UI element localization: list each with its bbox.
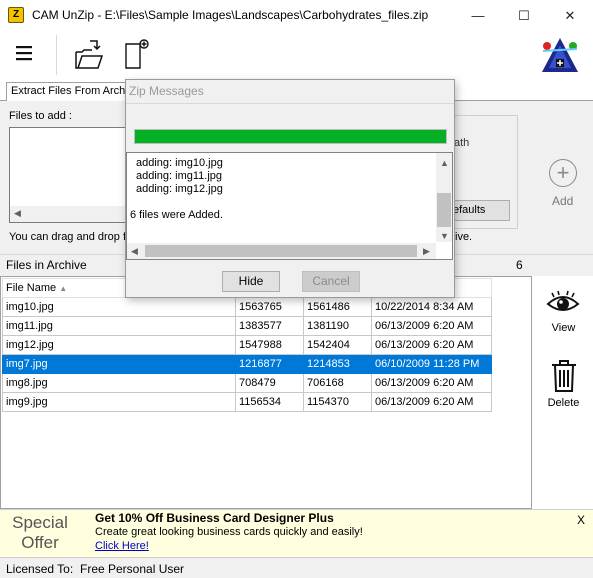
cell-file-name: img7.jpg — [2, 354, 236, 374]
log-hscroll-thumb[interactable] — [145, 245, 417, 257]
window-title: CAM UnZip - E:\Files\Sample Images\Lands… — [32, 8, 429, 22]
promo-headline: Get 10% Off Business Card Designer Plus — [95, 511, 334, 525]
cell-date: 06/13/2009 6:20 AM — [371, 316, 492, 336]
cancel-button[interactable]: Cancel — [302, 271, 360, 292]
cell-packed: 1542404 — [303, 335, 372, 355]
minimize-button[interactable]: — — [455, 0, 501, 31]
cell-date: 06/13/2009 6:20 AM — [371, 335, 492, 355]
cell-size: 1216877 — [235, 354, 304, 374]
app-icon: Z — [8, 7, 24, 23]
scroll-left-arrow-icon[interactable]: ◀ — [131, 246, 138, 257]
add-button-label[interactable]: Add — [552, 194, 573, 208]
dialog-divider — [126, 103, 454, 104]
open-folder-icon[interactable] — [72, 38, 106, 72]
new-document-icon[interactable] — [122, 38, 152, 72]
cell-date: 06/13/2009 6:20 AM — [371, 373, 492, 393]
drag-drop-hint: You can drag and drop fi — [9, 231, 129, 243]
hamburger-menu-icon[interactable] — [13, 42, 37, 66]
cell-packed: 1381190 — [303, 316, 372, 336]
defaults-button[interactable]: efaults — [446, 200, 510, 221]
archive-hint: ive. — [455, 231, 473, 243]
cell-packed: 1561486 — [303, 297, 372, 317]
log-line: adding: img12.jpg — [136, 183, 223, 195]
table-row[interactable]: img8.jpg 708479 706168 06/13/2009 6:20 A… — [2, 373, 492, 393]
hide-button[interactable]: Hide — [222, 271, 280, 292]
promo-close-icon[interactable]: X — [577, 513, 585, 527]
tab-extract-files[interactable]: Extract Files From Archive — [6, 82, 130, 101]
view-button-label[interactable]: View — [533, 322, 593, 334]
log-vscroll-thumb[interactable] — [437, 193, 451, 227]
special-offer-line2: Offer — [21, 533, 59, 552]
cell-size: 1563765 — [235, 297, 304, 317]
special-offer-line1: Special — [12, 513, 68, 532]
cell-date: 06/13/2009 6:20 AM — [371, 392, 492, 412]
column-header-label: File Name — [6, 282, 57, 294]
table-row[interactable]: img12.jpg 1547988 1542404 06/13/2009 6:2… — [2, 335, 492, 355]
cell-size: 1547988 — [235, 335, 304, 355]
progress-bar-fill — [135, 130, 446, 143]
table-row[interactable]: img9.jpg 1156534 1154370 06/13/2009 6:20… — [2, 392, 492, 412]
cell-size: 1383577 — [235, 316, 304, 336]
toolbar-separator — [56, 35, 57, 75]
add-plus-icon[interactable]: + — [549, 159, 577, 187]
cell-date: 06/10/2009 11:28 PM — [371, 354, 492, 374]
trash-icon[interactable] — [550, 359, 578, 393]
scroll-right-arrow-icon[interactable]: ▶ — [423, 246, 430, 257]
cell-file-name: img9.jpg — [2, 392, 236, 412]
promo-link[interactable]: Click Here! — [95, 540, 149, 552]
cell-packed: 1214853 — [303, 354, 372, 374]
eye-icon[interactable] — [546, 290, 580, 314]
table-row[interactable]: img11.jpg 1383577 1381190 06/13/2009 6:2… — [2, 316, 492, 336]
files-in-archive-label: Files in Archive — [6, 258, 87, 272]
files-list-hscrollbar[interactable]: ◀ — [10, 206, 128, 222]
log-line: 6 files were Added. — [130, 209, 223, 221]
cell-file-name: img8.jpg — [2, 373, 236, 393]
path-option-label: ath — [454, 137, 470, 149]
special-offer-label: Special Offer — [10, 513, 70, 553]
cell-packed: 706168 — [303, 373, 372, 393]
files-to-add-label: Files to add : — [9, 110, 72, 122]
cell-size: 708479 — [235, 373, 304, 393]
cell-file-name: img11.jpg — [2, 316, 236, 336]
sort-ascending-icon: ▲ — [59, 284, 68, 293]
cam-logo-icon — [538, 35, 582, 75]
cell-date: 10/22/2014 8:34 AM — [371, 297, 492, 317]
archive-file-table: File Name ▲ img10.jpg 1563765 1561486 10… — [2, 278, 492, 412]
scroll-up-arrow-icon[interactable]: ▲ — [440, 158, 449, 168]
licensed-to-value: Free Personal User — [80, 562, 185, 576]
cell-file-name: img10.jpg — [2, 297, 236, 317]
table-row-selected[interactable]: img7.jpg 1216877 1214853 06/10/2009 11:2… — [2, 354, 492, 374]
dialog-title: Zip Messages — [129, 84, 204, 98]
log-line: adding: img10.jpg — [136, 157, 223, 169]
log-line: adding: img11.jpg — [136, 170, 223, 182]
cell-file-name: img12.jpg — [2, 335, 236, 355]
delete-button-label[interactable]: Delete — [533, 397, 593, 409]
scroll-down-arrow-icon[interactable]: ▼ — [440, 231, 449, 241]
cell-size: 1156534 — [235, 392, 304, 412]
maximize-button[interactable]: ☐ — [501, 0, 547, 31]
licensed-to-label: Licensed To: — [6, 562, 74, 576]
file-count: 6 — [516, 258, 523, 272]
scroll-left-arrow-icon[interactable]: ◀ — [14, 208, 21, 219]
promo-description: Create great looking business cards quic… — [95, 526, 363, 538]
close-button[interactable]: ✕ — [547, 0, 593, 31]
cell-packed: 1154370 — [303, 392, 372, 412]
table-row[interactable]: img10.jpg 1563765 1561486 10/22/2014 8:3… — [2, 297, 492, 317]
